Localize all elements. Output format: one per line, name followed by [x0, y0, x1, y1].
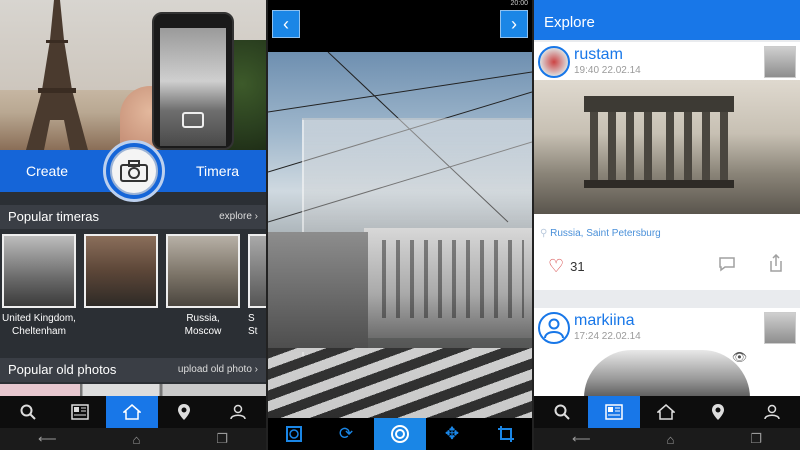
recents-icon[interactable]: ❐ — [216, 431, 228, 447]
post-thumbnail[interactable] — [764, 46, 796, 78]
status-time: 20:00 — [510, 0, 528, 7]
post-timestamp: 17:24 22.02.14 — [574, 331, 641, 342]
timera-card[interactable] — [248, 234, 266, 308]
camera-icon-wrap — [110, 147, 158, 195]
feed-post: markiina 17:24 22.02.14 👁 — [534, 308, 800, 398]
timera-card[interactable] — [166, 234, 240, 308]
location-pin-icon: ⚲ — [540, 228, 548, 239]
page-title: Explore — [544, 14, 595, 31]
back-icon[interactable]: ⟵ — [38, 431, 57, 447]
bottom-nav — [534, 396, 800, 428]
create-button[interactable]: Create — [26, 163, 68, 179]
timera-button[interactable]: Timera — [196, 163, 239, 179]
post-timestamp: 19:40 22.02.14 — [574, 65, 641, 76]
refresh-icon[interactable]: ⟳ — [320, 418, 372, 450]
nav-newspaper-icon[interactable] — [54, 396, 106, 428]
building-windows — [372, 240, 524, 318]
bottom-nav — [0, 396, 266, 428]
avatar[interactable] — [538, 312, 570, 344]
camera-icon — [120, 160, 148, 182]
heart-icon: ♡ — [548, 256, 565, 276]
post-username[interactable]: markiina — [574, 312, 634, 330]
camera-button[interactable] — [103, 140, 165, 202]
square-frame-icon[interactable] — [268, 418, 320, 450]
like-button[interactable]: ♡ 31 — [548, 256, 585, 277]
previous-button[interactable]: ‹ — [272, 10, 300, 38]
circle-target-icon[interactable] — [374, 418, 426, 450]
editor-screen: 20:00 ‹ › ⟳ ✥ — [268, 0, 532, 450]
old-photos-strip — [0, 384, 266, 396]
home-icon[interactable]: ⌂ — [133, 432, 141, 447]
post-location[interactable]: ⚲ Russia, Saint Petersburg — [540, 228, 661, 239]
home-screen: Create Timera Popular timeras explore › … — [0, 0, 266, 450]
popular-timeras-header: Popular timeras explore › — [0, 205, 266, 229]
explore-link[interactable]: explore › — [219, 211, 258, 222]
post-photo[interactable] — [584, 350, 750, 398]
timera-card[interactable] — [2, 234, 76, 308]
popular-timeras-title: Popular timeras — [8, 209, 100, 224]
upload-old-photo-link[interactable]: upload old photo › — [178, 364, 258, 375]
camera-icon — [182, 112, 204, 128]
chevron-right-icon: › — [511, 13, 517, 34]
popular-timeras-list: United Kingdom, Cheltenham Russia, Mosco… — [0, 230, 266, 350]
home-icon[interactable]: ⌂ — [667, 432, 675, 447]
nav-location-pin-icon[interactable] — [692, 396, 744, 428]
post-photo[interactable] — [534, 80, 800, 214]
nav-search-icon[interactable] — [536, 396, 588, 428]
comment-icon[interactable] — [718, 256, 736, 277]
post-thumbnail[interactable] — [764, 312, 796, 344]
system-nav-bar: ⟵ ⌂ ❐ — [534, 428, 800, 450]
eye-icon: 👁 — [732, 350, 748, 364]
colonnade-image — [584, 96, 734, 188]
system-nav-bar: ⟵ ⌂ ❐ — [0, 428, 266, 450]
popular-old-photos-title: Popular old photos — [8, 362, 117, 377]
share-icon[interactable] — [768, 253, 784, 277]
timera-card[interactable] — [84, 234, 158, 308]
feed-post: rustam 19:40 22.02.14 ⚲ Russia, Saint Pe… — [534, 42, 800, 290]
editor-top-bar: 20:00 ‹ › — [268, 0, 532, 52]
popular-old-photos-header: Popular old photos upload old photo › — [0, 358, 266, 382]
nav-home-icon[interactable] — [640, 396, 692, 428]
nav-profile-icon[interactable] — [212, 396, 264, 428]
nav-home-icon[interactable] — [106, 396, 158, 428]
explore-header: Explore — [534, 0, 800, 40]
nav-location-pin-icon[interactable] — [158, 396, 210, 428]
building-image — [364, 228, 532, 338]
avatar[interactable] — [538, 46, 570, 78]
phone-screen-image — [160, 28, 226, 146]
user-icon — [544, 318, 564, 339]
post-username[interactable]: rustam — [574, 46, 623, 64]
timera-caption: S St — [248, 313, 258, 337]
crop-icon[interactable] — [480, 418, 532, 450]
crosswalk-image — [268, 348, 532, 418]
eiffel-tower-image — [26, 0, 88, 150]
next-button[interactable]: › — [500, 10, 528, 38]
likes-count: 31 — [570, 259, 585, 274]
timera-caption: United Kingdom, Cheltenham — [2, 313, 76, 337]
nav-newspaper-icon[interactable] — [588, 396, 640, 428]
phone-image — [152, 12, 234, 150]
overlay-photo[interactable] — [268, 52, 532, 418]
status-bar: 20:00 — [368, 0, 532, 8]
hero-banner — [0, 0, 266, 150]
timera-caption: Russia, Moscow — [184, 313, 222, 337]
left-building-image — [268, 232, 368, 352]
recents-icon[interactable]: ❐ — [750, 431, 762, 447]
explore-screen: Explore rustam 19:40 22.02.14 ⚲ Russia, — [534, 0, 800, 450]
editor-toolbar: ⟳ ✥ — [268, 418, 532, 450]
move-arrows-icon[interactable]: ✥ — [426, 418, 478, 450]
chevron-left-icon: ‹ — [283, 13, 289, 34]
nav-profile-icon[interactable] — [746, 396, 798, 428]
nav-search-icon[interactable] — [2, 396, 54, 428]
back-icon[interactable]: ⟵ — [572, 431, 591, 447]
